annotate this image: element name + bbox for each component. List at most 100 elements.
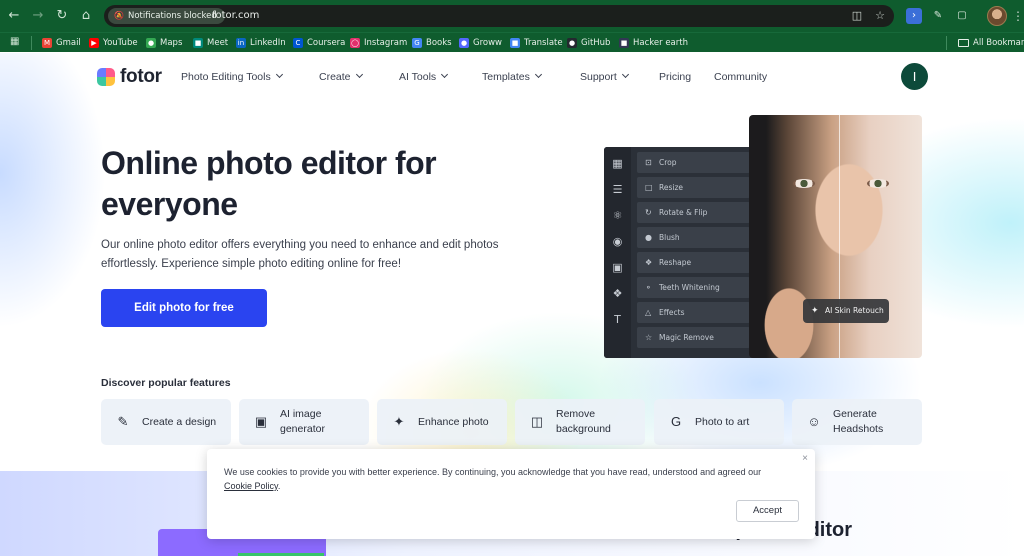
bookmark-linkedin[interactable]: in LinkedIn	[236, 35, 286, 51]
chevron-down-icon	[355, 70, 363, 79]
sparkle-icon: ✦	[811, 306, 819, 316]
editor-tool-rail: ▦ ☰ ⚛ ◉ ▣ ❖ T	[604, 147, 631, 358]
browser-toolbar: ← → ↻ ⌂ 🔕 Notifications blocked fotor.com…	[0, 0, 1024, 32]
feature-card-photo-to-art[interactable]: G Photo to art	[654, 399, 784, 445]
feature-card-remove-background[interactable]: ◫ Remove background	[515, 399, 645, 445]
nav-community[interactable]: Community	[714, 69, 767, 85]
feature-card-label: AI image generator	[280, 408, 325, 435]
enhance-icon: ✦	[393, 414, 405, 429]
magic-pen-icon: ✎	[117, 414, 129, 429]
youtube-icon: ▶	[89, 38, 99, 48]
gmail-icon: M	[42, 38, 52, 48]
hackerearth-icon: ■	[619, 38, 629, 48]
feature-card-ai-image-generator[interactable]: ▣ AI image generator	[239, 399, 369, 445]
maps-icon: ●	[146, 38, 156, 48]
bell-off-icon: 🔕	[114, 11, 124, 20]
reload-icon[interactable]: ↻	[54, 8, 70, 24]
extensions-puzzle-icon[interactable]: ▢	[954, 8, 970, 24]
reshape-icon: ❖	[645, 258, 653, 267]
feature-card-label: Photo to art	[695, 415, 750, 428]
coursera-icon: C	[293, 38, 303, 48]
portrait-eye	[867, 179, 889, 188]
editor-tool-item: △ Effects	[637, 302, 750, 323]
bookmarks-divider	[31, 36, 32, 50]
address-bar[interactable]: 🔕 Notifications blocked fotor.com ◫ ☆	[104, 5, 894, 27]
editor-tool-item: □ Resize	[637, 177, 750, 198]
apps-grid-icon[interactable]: ▦	[10, 36, 22, 48]
cookie-banner: We use cookies to provide you with bette…	[207, 449, 815, 539]
text-icon: T	[614, 313, 621, 326]
magic-remove-icon: ☆	[645, 333, 653, 342]
bookmark-youtube[interactable]: ▶ YouTube	[89, 35, 138, 51]
cookie-text: We use cookies to provide you with bette…	[224, 467, 762, 491]
feature-card-enhance-photo[interactable]: ✦ Enhance photo	[377, 399, 507, 445]
bookmarks-divider	[946, 36, 947, 50]
feature-card-generate-headshots[interactable]: ☺ Generate Headshots	[792, 399, 922, 445]
fotor-logo[interactable]: fotor	[97, 66, 162, 87]
close-icon[interactable]: ×	[800, 454, 810, 464]
linkedin-icon: in	[236, 38, 246, 48]
bookmark-star-icon[interactable]: ☆	[872, 8, 888, 24]
notifications-blocked-chip[interactable]: 🔕 Notifications blocked	[108, 8, 225, 24]
crop-icon: ⊡	[645, 158, 652, 167]
home-icon[interactable]: ⌂	[78, 8, 94, 24]
bookmark-coursera[interactable]: C Coursera	[293, 35, 345, 51]
forward-icon[interactable]: →	[30, 8, 46, 24]
nav-create[interactable]: Create	[319, 69, 363, 85]
user-avatar[interactable]: I	[901, 63, 928, 90]
art-icon: G	[670, 414, 682, 429]
hero-title: Online photo editor for everyone	[101, 145, 437, 222]
chevron-down-icon	[534, 70, 542, 79]
extension-icon[interactable]: ›	[906, 8, 922, 24]
bookmark-translate[interactable]: ■ Translate	[510, 35, 563, 51]
editor-tool-item: ⚬ Teeth Whitening	[637, 277, 750, 298]
blush-icon: ●	[645, 233, 652, 242]
feature-card-label: Generate Headshots	[833, 408, 884, 435]
cookie-policy-link[interactable]: Cookie Policy	[224, 481, 278, 491]
bookmark-meet[interactable]: ■ Meet	[193, 35, 228, 51]
feature-card-create-a-design[interactable]: ✎ Create a design	[101, 399, 231, 445]
accept-button[interactable]: Accept	[736, 500, 799, 522]
install-app-icon[interactable]: ◫	[849, 8, 865, 24]
bookmark-hacker-earth[interactable]: ■ Hacker earth	[619, 35, 688, 51]
chevron-down-icon	[621, 70, 629, 79]
feature-card-label: Create a design	[142, 415, 217, 428]
bookmark-instagram[interactable]: ◯ Instagram	[350, 35, 407, 51]
rotate-icon: ↻	[645, 208, 652, 217]
back-icon[interactable]: ←	[6, 8, 22, 24]
meet-icon: ■	[193, 38, 203, 48]
features-title: Discover popular features	[101, 377, 231, 389]
browser-menu-icon[interactable]: ⋮	[1012, 8, 1024, 24]
edit-photo-button[interactable]: Edit photo for free	[101, 289, 267, 327]
github-icon: ●	[567, 38, 577, 48]
translate-icon: ■	[510, 38, 520, 48]
bookmark-groww[interactable]: ● Groww	[459, 35, 502, 51]
bookmark-maps[interactable]: ● Maps	[146, 35, 182, 51]
sliders-icon: ☰	[612, 183, 623, 196]
editor-tool-item: ↻ Rotate & Flip	[637, 202, 750, 223]
bookmark-books[interactable]: G Books	[412, 35, 452, 51]
feature-card-label: Enhance photo	[418, 415, 489, 428]
eyedropper-icon[interactable]: ✎	[930, 8, 946, 24]
nav-support[interactable]: Support	[580, 69, 629, 85]
editor-preview: ▦ ☰ ⚛ ◉ ▣ ❖ T ⊡ Crop □ Resize ↻ Rotate & Flip…	[604, 147, 754, 358]
nav-pricing[interactable]: Pricing	[659, 69, 691, 85]
profile-avatar[interactable]	[987, 6, 1007, 26]
portrait-eye	[793, 179, 815, 188]
bookmark-github[interactable]: ● GitHub	[567, 35, 610, 51]
fotor-logo-icon	[97, 68, 115, 86]
editor-tool-item: ❖ Reshape	[637, 252, 750, 273]
bookmark-gmail[interactable]: M Gmail	[42, 35, 81, 51]
frame-icon: ▣	[612, 261, 623, 274]
nav-photo-editing-tools[interactable]: Photo Editing Tools	[181, 69, 283, 85]
all-bookmarks-button[interactable]: All Bookmarks	[958, 35, 1024, 51]
editor-tool-item: ☆ Magic Remove	[637, 327, 750, 348]
nav-ai-tools[interactable]: AI Tools	[399, 69, 449, 85]
flask-icon: ⚛	[612, 209, 623, 222]
google-icon: G	[412, 38, 422, 48]
url-text[interactable]: fotor.com	[212, 9, 259, 23]
hero-description: Our online photo editor offers everythin…	[101, 239, 499, 270]
nav-templates[interactable]: Templates	[482, 69, 542, 85]
headshot-icon: ☺	[807, 414, 821, 429]
bookmarks-bar: ▦ M Gmail ▶ YouTube ● Maps ■ Meet in LinkedIn C Cou…	[0, 32, 1024, 52]
